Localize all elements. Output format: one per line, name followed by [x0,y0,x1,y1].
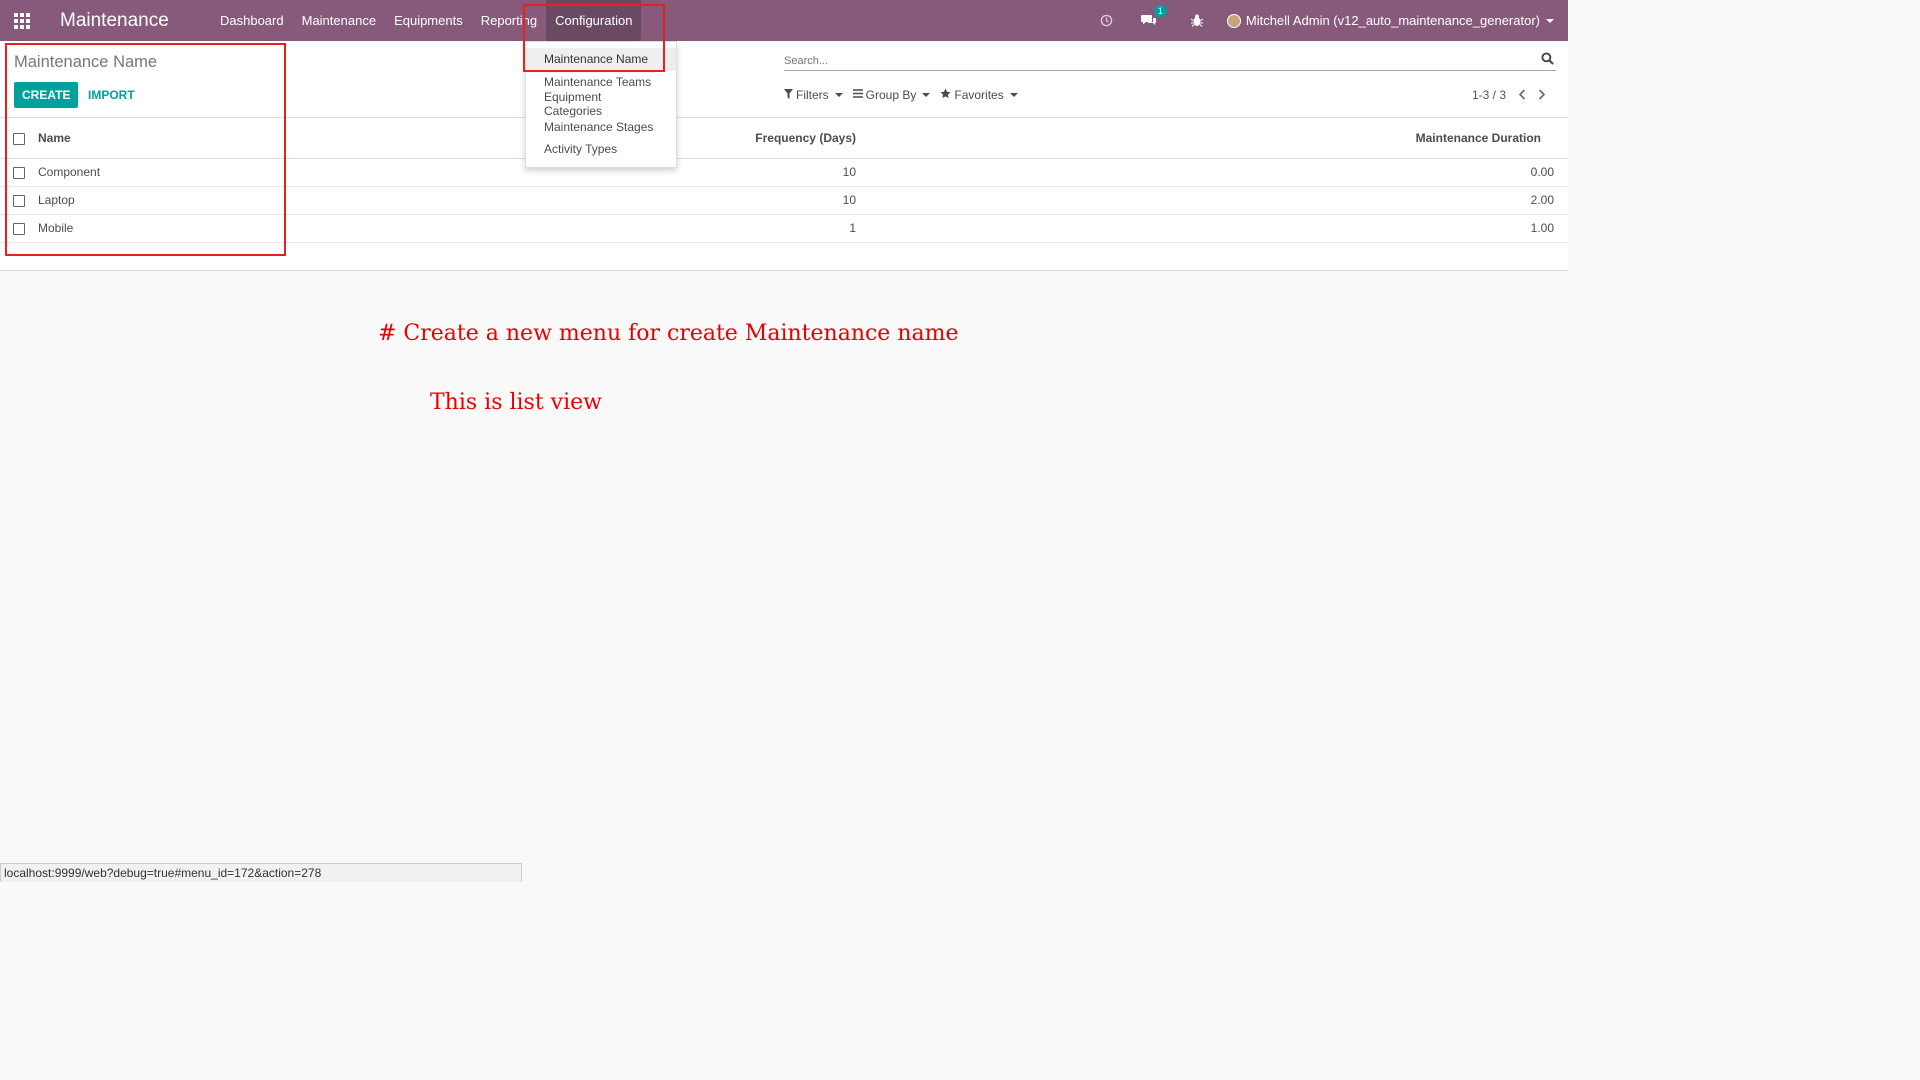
dropdown-item-activity-types[interactable]: Activity Types [526,138,676,161]
cell-duration: 1.00 [856,214,1568,243]
cell-frequency: 10 [598,186,856,215]
user-name: Mitchell Admin (v12_auto_maintenance_gen… [1245,13,1540,28]
dropdown-item-maintenance-stages[interactable]: Maintenance Stages [526,116,676,139]
clock-icon[interactable] [1100,14,1113,27]
groupby-button[interactable]: Group By [852,88,931,102]
column-header-duration[interactable]: Maintenance Duration [856,118,1568,159]
list-icon [852,89,863,101]
chevron-down-icon [834,93,843,97]
chevron-right-icon[interactable] [1538,87,1546,103]
annotation-text-1: # Create a new menu for create Maintenan… [378,321,959,346]
pager-value[interactable]: 1-3 / 3 [1472,88,1506,102]
avatar [1226,13,1241,28]
browser-status-url: localhost:9999/web?debug=true#menu_id=17… [0,863,522,882]
systray: 1 Mitchell Admin (v12_auto_maintenance_g… [1086,0,1568,41]
search-input[interactable] [784,55,1524,67]
dropdown-item-equipment-categories[interactable]: Equipment Categories [526,90,676,118]
user-menu[interactable]: Mitchell Admin (v12_auto_maintenance_gen… [1226,13,1554,28]
chevron-down-icon [922,93,931,97]
favorites-button[interactable]: Favorites [940,88,1018,102]
star-icon [940,88,951,102]
search-icon[interactable] [1541,52,1554,70]
app-brand: Maintenance [60,9,169,31]
top-navbar: Maintenance Dashboard Maintenance Equipm… [0,0,1568,41]
menu-equipments[interactable]: Equipments [385,0,472,41]
bug-icon[interactable] [1190,14,1203,27]
filters-label: Filters [796,88,829,102]
cell-frequency-value: 10 [842,193,856,207]
groupby-label: Group By [865,88,917,102]
cell-frequency: 1 [598,214,856,243]
annotation-text-2: This is list view [430,390,602,415]
favorites-label: Favorites [954,88,1004,102]
cell-frequency-value: 10 [842,165,856,179]
messages-icon[interactable]: 1 [1140,5,1167,27]
messages-badge: 1 [1153,5,1167,17]
highlight-box-list [5,43,286,256]
search-options: Filters Group By Favorites [784,88,1028,102]
filters-button[interactable]: Filters [784,88,843,102]
cell-frequency-value: 1 [849,221,856,235]
menu-dashboard[interactable]: Dashboard [211,0,293,41]
cell-duration: 2.00 [856,186,1568,215]
cell-duration: 0.00 [856,158,1568,187]
chevron-down-icon [1546,18,1554,23]
highlight-box-configuration [523,4,665,72]
apps-menu-icon[interactable] [0,0,44,41]
filter-icon [784,88,793,102]
chevron-left-icon[interactable] [1518,87,1526,103]
pager: 1-3 / 3 [1472,87,1546,103]
search-bar [784,51,1556,71]
chevron-down-icon [1009,93,1018,97]
menu-maintenance[interactable]: Maintenance [293,0,385,41]
